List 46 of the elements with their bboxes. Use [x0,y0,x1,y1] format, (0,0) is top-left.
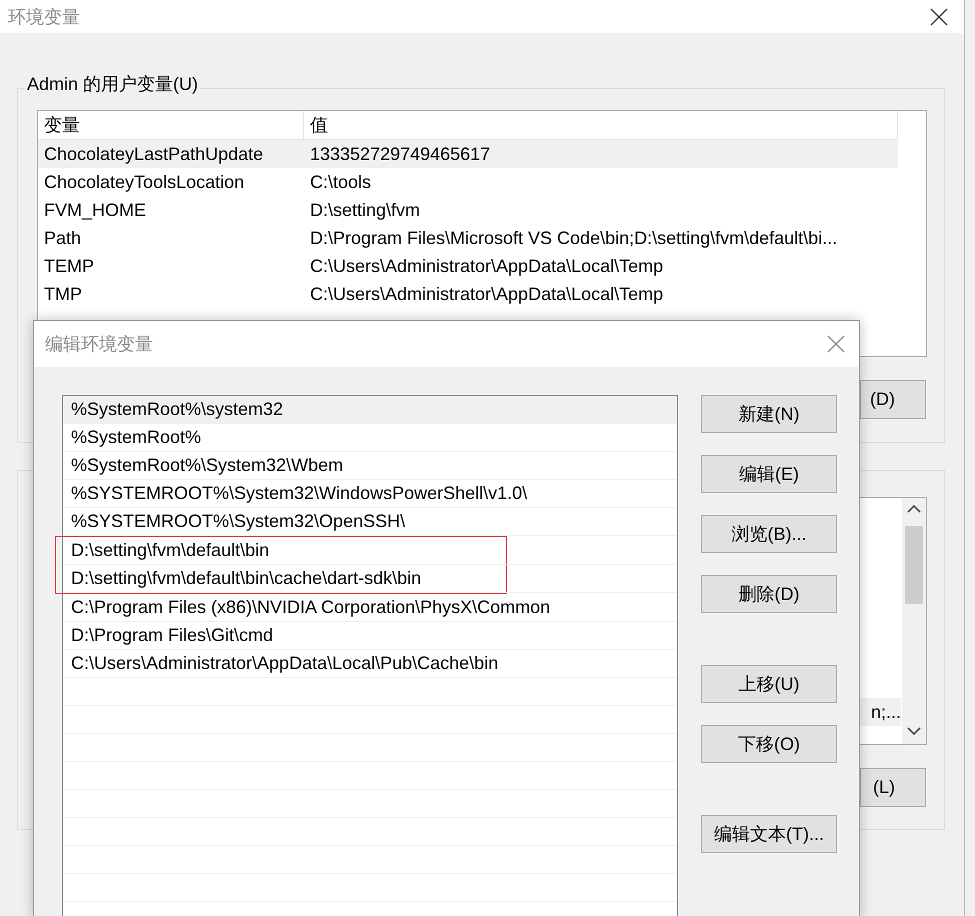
variable-value: D:\Program Files\Microsoft VS Code\bin;D:\setting\fvm\default\bi... [309,228,838,248]
variable-row[interactable]: ChocolateyLastPathUpdate 133352729749465617 [38,140,898,168]
close-icon[interactable] [930,8,948,26]
variable-value: C:\Users\Administrator\AppData\Local\Temp [309,284,664,304]
variable-row[interactable]: Path D:\Program Files\Microsoft VS Code\bin;D:\setting\fvm\default\bi... [38,224,898,252]
dialog-button[interactable]: 编辑文本(T)... [701,815,837,853]
path-entry[interactable]: %SystemRoot%\system32 [63,396,677,424]
column-header[interactable]: 值 [304,111,898,139]
path-entry[interactable]: %SYSTEMROOT%\System32\WindowsPowerShell\v1.0\ [63,480,677,508]
variable-row[interactable]: TMP C:\Users\Administrator\AppData\Local\Temp [38,280,898,308]
variable-row[interactable]: FVM_HOME D:\setting\fvm [38,196,898,224]
dialog-button[interactable]: 下移(O) [701,725,837,763]
group-label: Admin 的用户变量(U) [25,72,200,96]
scroll-down-icon[interactable] [907,726,921,736]
variable-name: TEMP [43,256,96,276]
scroll-thumb[interactable] [905,526,923,604]
path-entry[interactable]: %SystemRoot%\System32\Wbem [63,452,677,480]
delete-button[interactable]: (L) [860,768,926,807]
variable-name: FVM_HOME [43,200,148,220]
variable-value: D:\setting\fvm [309,200,422,220]
column-header[interactable]: 变量 [38,111,304,139]
variable-value: 133352729749465617 [309,144,492,164]
variable-name: ChocolateyToolsLocation [43,172,246,192]
path-entry[interactable]: %SystemRoot% [63,424,677,452]
path-entry[interactable]: D:\setting\fvm\default\bin\cache\dart-sdk\bin [63,565,677,593]
path-entry[interactable]: %SYSTEMROOT%\System32\OpenSSH\ [63,508,677,536]
dialog-button[interactable]: 上移(U) [701,665,837,703]
dialog-button[interactable]: 浏览(B)... [701,515,837,553]
variable-value: C:\Users\Administrator\AppData\Local\Temp [309,256,664,276]
delete-button[interactable]: (D) [860,380,926,419]
window-title: 环境变量 [8,6,80,28]
dialog-button[interactable]: 删除(D) [701,575,837,613]
variable-row[interactable]: ChocolateyToolsLocation C:\tools [38,168,898,196]
variable-name: Path [43,228,82,248]
variable-row[interactable]: TEMP C:\Users\Administrator\AppData\Local\Temp [38,252,898,280]
path-entry[interactable]: C:\Users\Administrator\AppData\Local\Pub\Cache\bin [63,650,677,678]
variable-name: ChocolateyLastPathUpdate [43,144,264,164]
variable-name: TMP [43,284,83,304]
scroll-up-icon[interactable] [907,504,921,514]
dialog-button[interactable]: 编辑(E) [701,455,837,493]
dialog-title: 编辑环境变量 [45,333,153,356]
path-entry[interactable]: D:\setting\fvm\default\bin [63,537,677,565]
path-entry[interactable]: C:\Program Files (x86)\NVIDIA Corporation\PhysX\Common [63,594,677,622]
variable-value: C:\tools [309,172,372,192]
dialog-button[interactable]: 新建(N) [701,395,837,433]
path-entry[interactable]: D:\Program Files\Git\cmd [63,622,677,650]
